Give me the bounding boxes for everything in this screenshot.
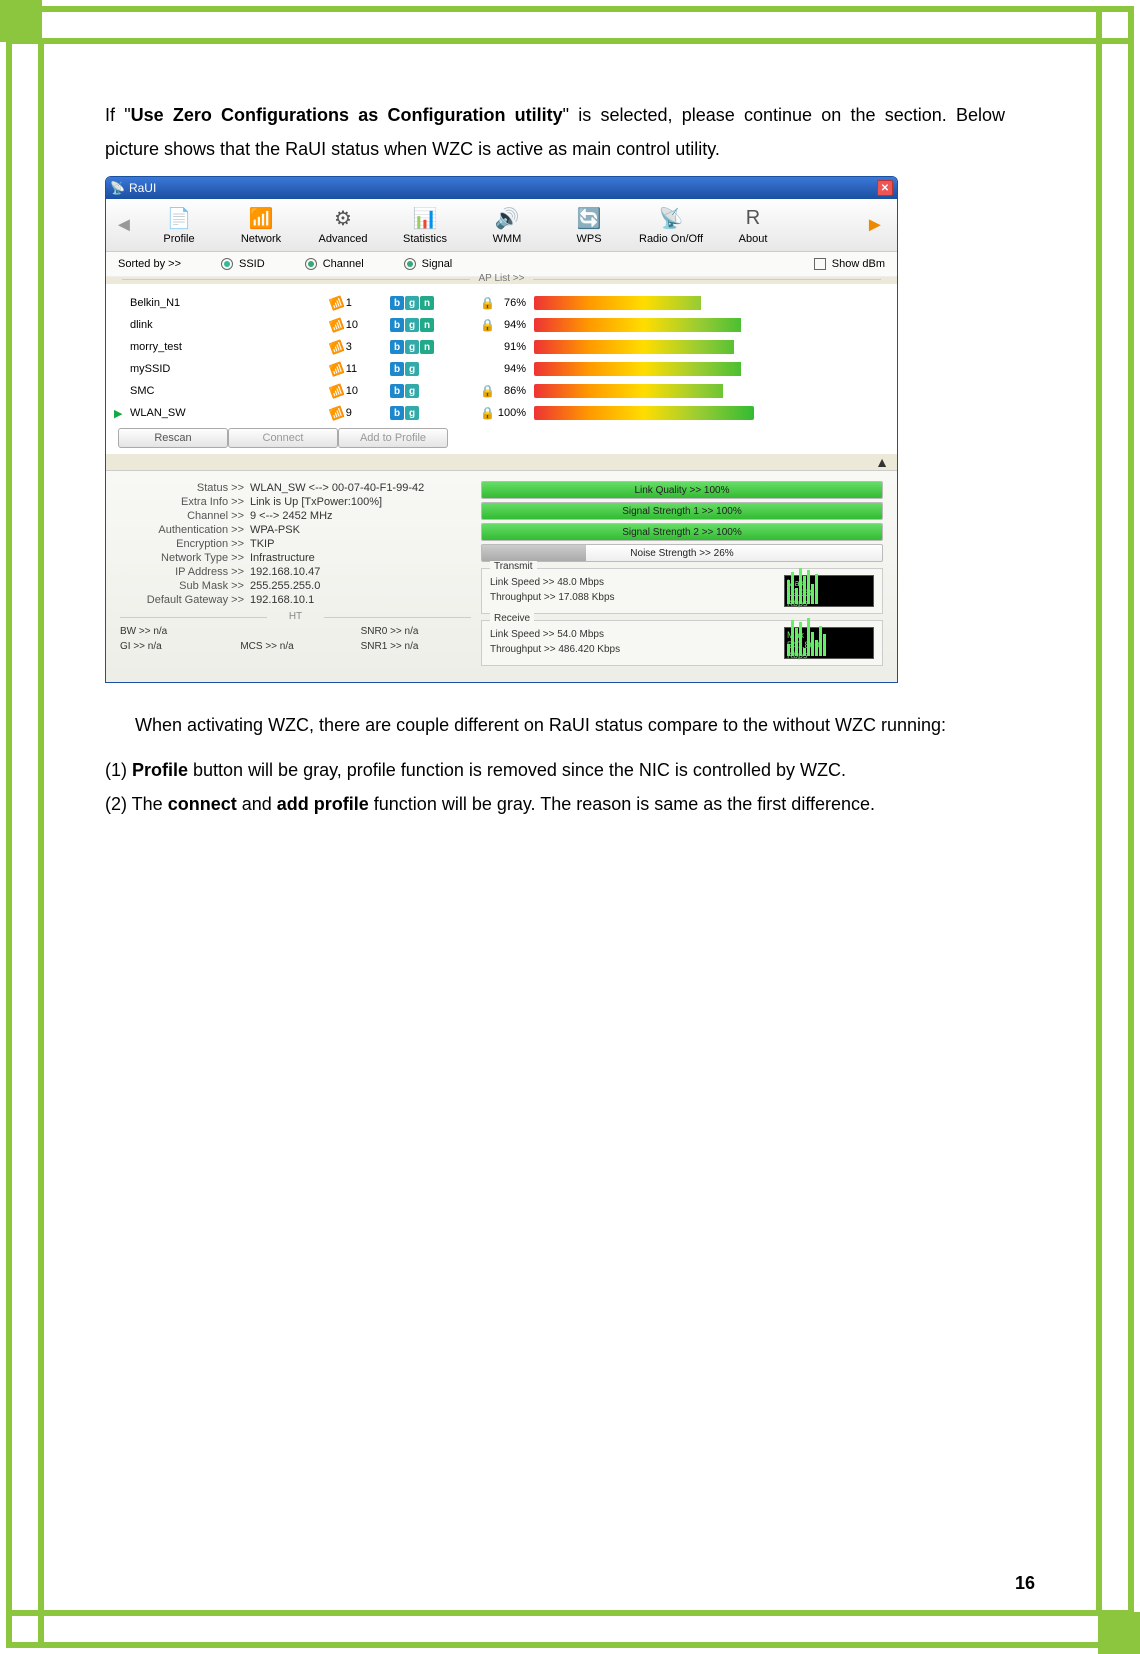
window-title: RaUI: [129, 181, 156, 195]
network-row[interactable]: SMC📶10bg🔒86%: [130, 380, 877, 402]
back-arrow-icon[interactable]: ◄: [114, 214, 138, 237]
sort-ssid-radio[interactable]: SSID: [221, 258, 265, 270]
toolbar-wmm[interactable]: 🔊WMM: [466, 203, 548, 247]
sorted-by-label: Sorted by >>: [118, 258, 181, 270]
ht-gi: GI >> n/a: [120, 641, 230, 652]
show-dbm-checkbox[interactable]: Show dBm: [814, 258, 885, 270]
page-number: 16: [1015, 1573, 1035, 1594]
network-row[interactable]: Belkin_N1📶1bgn🔒76%: [130, 292, 877, 314]
network-row[interactable]: ▶WLAN_SW📶9bg🔒100%: [130, 402, 877, 424]
ap-list-label: AP List >>: [106, 273, 897, 284]
toolbar-statistics[interactable]: 📊Statistics: [384, 203, 466, 247]
add-to-profile-button[interactable]: Add to Profile: [338, 428, 448, 448]
toolbar: ◄ 📄Profile📶Network⚙Advanced📊Statistics🔊W…: [106, 199, 897, 252]
connect-button[interactable]: Connect: [228, 428, 338, 448]
list-item-1: (1) Profile button will be gray, profile…: [105, 753, 1005, 787]
ht-snr1: SNR1 >> n/a: [361, 641, 471, 652]
collapse-icon[interactable]: ▲: [106, 454, 897, 470]
network-row[interactable]: mySSID📶11bg94%: [130, 358, 877, 380]
signal-strength-1-meter: Signal Strength 1 >> 100%: [481, 502, 883, 520]
signal-strength-2-meter: Signal Strength 2 >> 100%: [481, 523, 883, 541]
network-list: Belkin_N1📶1bgn🔒76%dlink📶10bgn🔒94%morry_t…: [106, 284, 897, 428]
sort-channel-radio[interactable]: Channel: [305, 258, 364, 270]
ht-mcs: MCS >> n/a: [240, 641, 350, 652]
close-icon[interactable]: ✕: [877, 180, 893, 196]
noise-strength-meter: Noise Strength >> 26%: [481, 544, 883, 562]
receive-graph: Max 547.860 Kbps: [784, 627, 874, 659]
link-quality-meter: Link Quality >> 100%: [481, 481, 883, 499]
receive-box: Receive Link Speed >> 54.0 Mbps Throughp…: [481, 620, 883, 666]
transmit-graph: Max 19.968 Kbps: [784, 575, 874, 607]
ht-snr0: SNR0 >> n/a: [361, 626, 471, 637]
status-panel: Status >>WLAN_SW <--> 00-07-40-F1-99-42E…: [106, 470, 897, 682]
network-row[interactable]: dlink📶10bgn🔒94%: [130, 314, 877, 336]
toolbar-profile[interactable]: 📄Profile: [138, 203, 220, 247]
toolbar-about[interactable]: RAbout: [712, 203, 794, 247]
list-item-2: (2) The connect and add profile function…: [105, 787, 1005, 821]
toolbar-advanced[interactable]: ⚙Advanced: [302, 203, 384, 247]
paragraph-2: When activating WZC, there are couple di…: [105, 708, 1005, 742]
sort-signal-radio[interactable]: Signal: [404, 258, 453, 270]
title-bar: 📡RaUI ✕: [106, 177, 897, 199]
toolbar-wps[interactable]: 🔄WPS: [548, 203, 630, 247]
rescan-button[interactable]: Rescan: [118, 428, 228, 448]
toolbar-network[interactable]: 📶Network: [220, 203, 302, 247]
ht-bw: BW >> n/a: [120, 626, 230, 637]
raui-window: 📡RaUI ✕ ◄ 📄Profile📶Network⚙Advanced📊Stat…: [105, 176, 898, 683]
ht-label: HT: [120, 611, 471, 622]
intro-paragraph: If "Use Zero Configurations as Configura…: [105, 98, 1005, 166]
network-row[interactable]: morry_test📶3bgn91%: [130, 336, 877, 358]
forward-arrow-icon[interactable]: ►: [865, 214, 889, 237]
toolbar-radioonoff[interactable]: 📡Radio On/Off: [630, 203, 712, 247]
transmit-box: Transmit Link Speed >> 48.0 Mbps Through…: [481, 568, 883, 614]
